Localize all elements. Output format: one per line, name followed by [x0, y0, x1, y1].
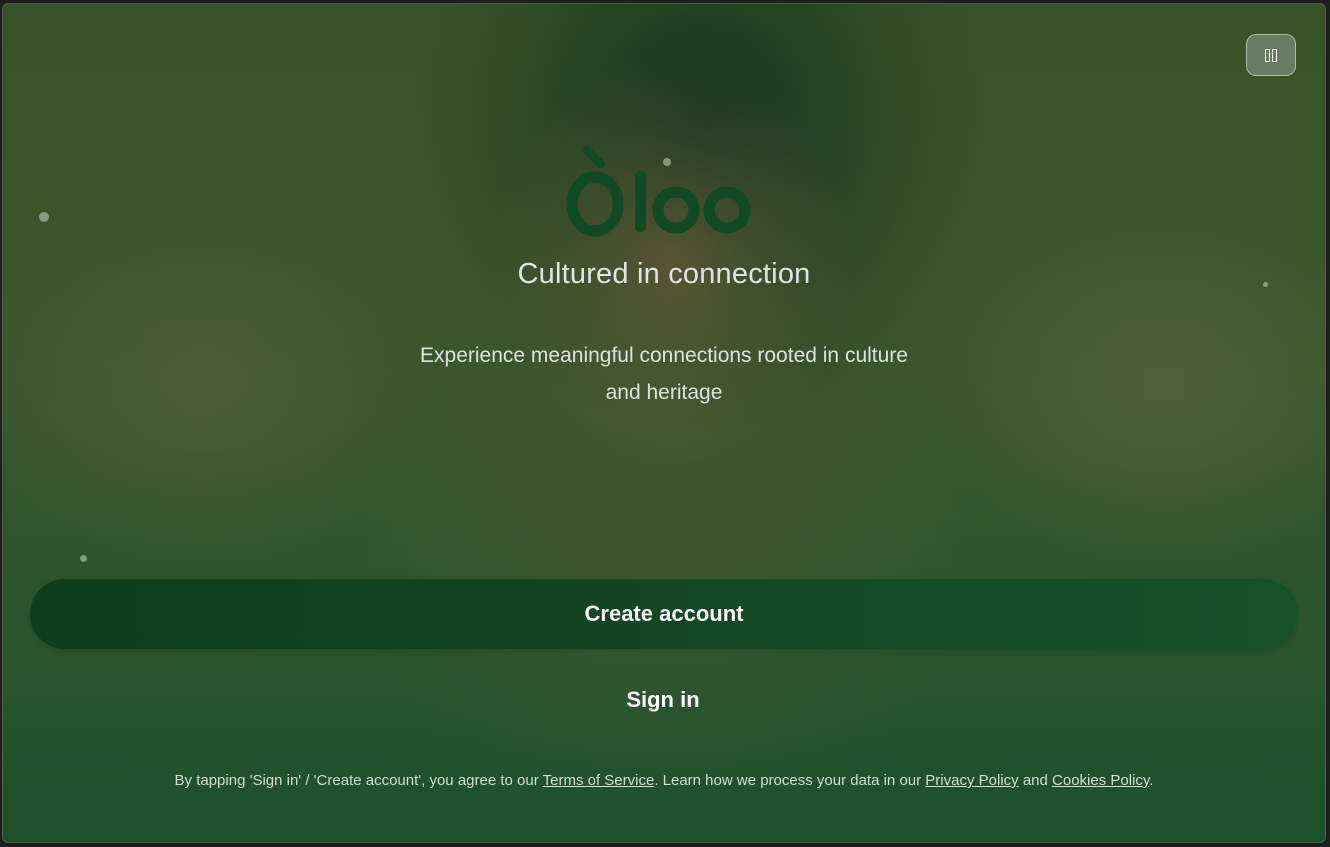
- legal-notice: By tapping 'Sign in' / 'Create account',…: [3, 772, 1325, 789]
- welcome-screen: Cultured in connection Experience meanin…: [2, 3, 1326, 843]
- pause-button[interactable]: [1246, 34, 1296, 76]
- decorative-dot: [39, 212, 49, 222]
- legal-middle: . Learn how we process your data in our: [654, 772, 926, 789]
- decorative-dot: [80, 555, 87, 562]
- create-account-button[interactable]: Create account: [30, 579, 1298, 649]
- cookies-policy-link[interactable]: Cookies Policy: [1052, 772, 1149, 789]
- sign-in-button[interactable]: Sign in: [563, 680, 763, 720]
- pause-icon: [1265, 48, 1277, 62]
- legal-prefix: By tapping 'Sign in' / 'Create account',…: [174, 772, 543, 789]
- oloo-logo: [566, 146, 751, 237]
- privacy-policy-link[interactable]: Privacy Policy: [925, 772, 1018, 789]
- terms-of-service-link[interactable]: Terms of Service: [543, 772, 655, 789]
- description: Experience meaningful connections rooted…: [420, 344, 908, 404]
- legal-suffix: .: [1149, 772, 1154, 789]
- tagline: Cultured in connection: [517, 258, 811, 290]
- legal-and: and: [1018, 772, 1053, 789]
